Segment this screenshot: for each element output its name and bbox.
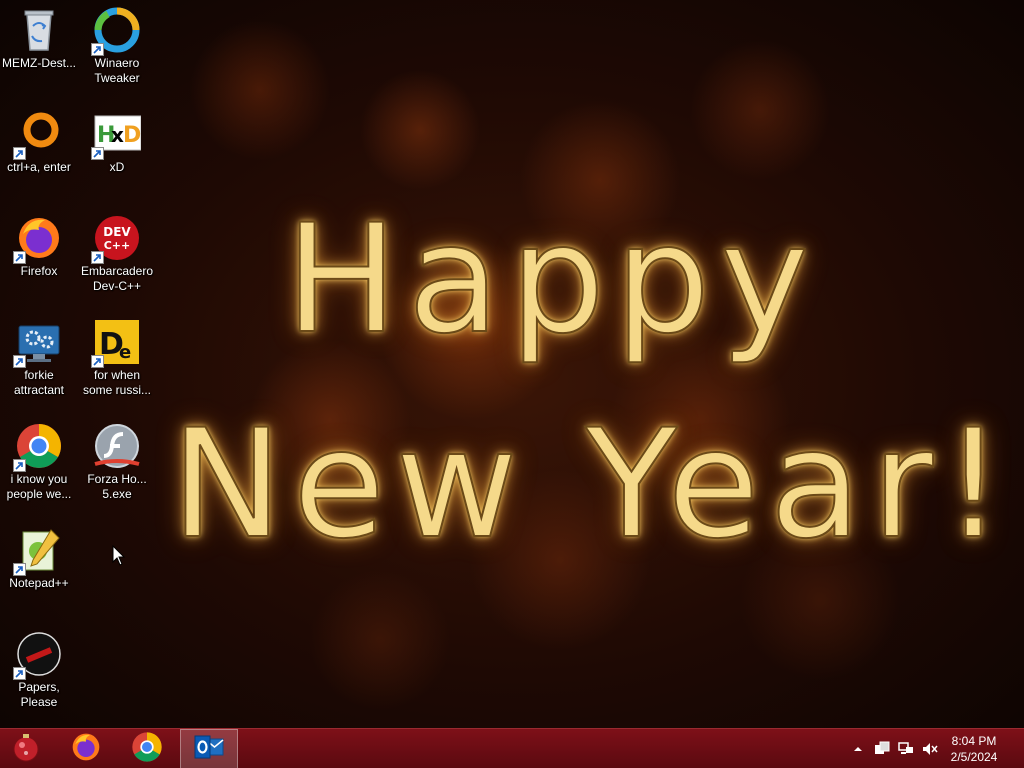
die-icon: D e [91,318,141,368]
clock-date: 2/5/2024 [950,750,998,764]
network-icon[interactable] [898,741,914,757]
desktop-icon-forkie-attractant[interactable]: forkie attractant [0,318,78,398]
shortcut-arrow-icon [13,667,26,680]
shortcut-arrow-icon [91,147,104,160]
desktop-icon-label: Forza Ho... 5.exe [87,472,147,501]
flash-icon [93,422,141,470]
taskbar-clock[interactable]: 8:04 PM 2/5/2024 [944,733,1004,765]
shortcut-arrow-icon [13,251,26,264]
mouse-pointer-icon [112,544,126,572]
desktop-icon-devcpp[interactable]: DEV C++ Embarcadero Dev-C++ [78,214,156,294]
svg-text:C++: C++ [104,239,131,252]
svg-text:e: e [119,342,131,363]
firefox-icon [70,731,102,768]
desktop-icon-ctrl-a-enter[interactable]: ctrl+a, enter [0,110,78,175]
desktop-icon-papers-please[interactable]: Papers, Please [0,630,78,710]
firefox-icon [13,214,63,264]
clock-time: 8:04 PM [951,734,997,748]
desktop-icon-forza[interactable]: Forza Ho... 5.exe [78,422,156,502]
desktop-icon-label: Firefox [20,264,58,278]
shortcut-arrow-icon [13,147,26,160]
shortcut-arrow-icon [91,251,104,264]
shortcut-arrow-icon [13,563,26,576]
desktop-icon-label: ctrl+a, enter [7,160,71,174]
desktop-icon-die[interactable]: D e for when some russi... [78,318,156,398]
desktop-icon-label: Winaero Tweaker [94,56,140,85]
start-orb-icon [10,731,42,768]
papers-please-icon [13,630,63,680]
devcpp-icon: DEV C++ [91,214,141,264]
desktop-icon-chrome[interactable]: i know you people we... [0,422,78,502]
shortcut-arrow-icon [91,355,104,368]
desktop-icon-label: MEMZ-Dest... [2,56,76,70]
volume-muted-icon[interactable] [922,741,938,757]
taskbar-firefox-button[interactable] [58,729,114,768]
desktop-icon-label: forkie attractant [13,368,65,397]
svg-text:D: D [123,123,141,148]
recycle-bin-icon [15,6,63,54]
taskbar-outlook-button[interactable] [180,729,238,768]
hxd-icon: H x D [91,110,142,160]
desktop-icon-label: for when some russi... [82,368,151,397]
notepadpp-icon [13,526,63,576]
chrome-icon [13,422,63,472]
desktop-icon-label: Papers, Please [18,680,60,709]
winaero-tweaker-icon [91,6,141,56]
orange-ring-icon [13,110,63,160]
outlook-icon [194,734,224,765]
start-button[interactable] [0,729,52,768]
desktop-icon-label: xD [109,160,125,174]
desktop-icon-firefox[interactable]: Firefox [0,214,78,279]
desktop-icon-label: Embarcadero Dev-C++ [80,264,154,293]
action-center-flag-icon[interactable] [874,741,890,757]
desktop-icon-label: Notepad++ [9,576,69,590]
shortcut-arrow-icon [13,355,26,368]
desktop-icon-xd[interactable]: H x D xD [78,110,156,175]
computer-settings-icon [13,318,63,368]
taskbar: 8:04 PM 2/5/2024 [0,728,1024,768]
desktop-icon-memz[interactable]: MEMZ-Dest... [0,6,78,71]
desktop-icon-notepadpp[interactable]: Notepad++ [0,526,78,591]
svg-text:DEV: DEV [103,225,131,239]
taskbar-chrome-button[interactable] [119,729,175,768]
desktop-icon-label: i know you people we... [6,472,72,501]
desktop-icon-winaero-tweaker[interactable]: Winaero Tweaker [78,6,156,86]
shortcut-arrow-icon [91,43,104,56]
chrome-icon [131,731,163,768]
shortcut-arrow-icon [13,459,26,472]
show-hidden-icons-chevron[interactable] [850,741,866,757]
